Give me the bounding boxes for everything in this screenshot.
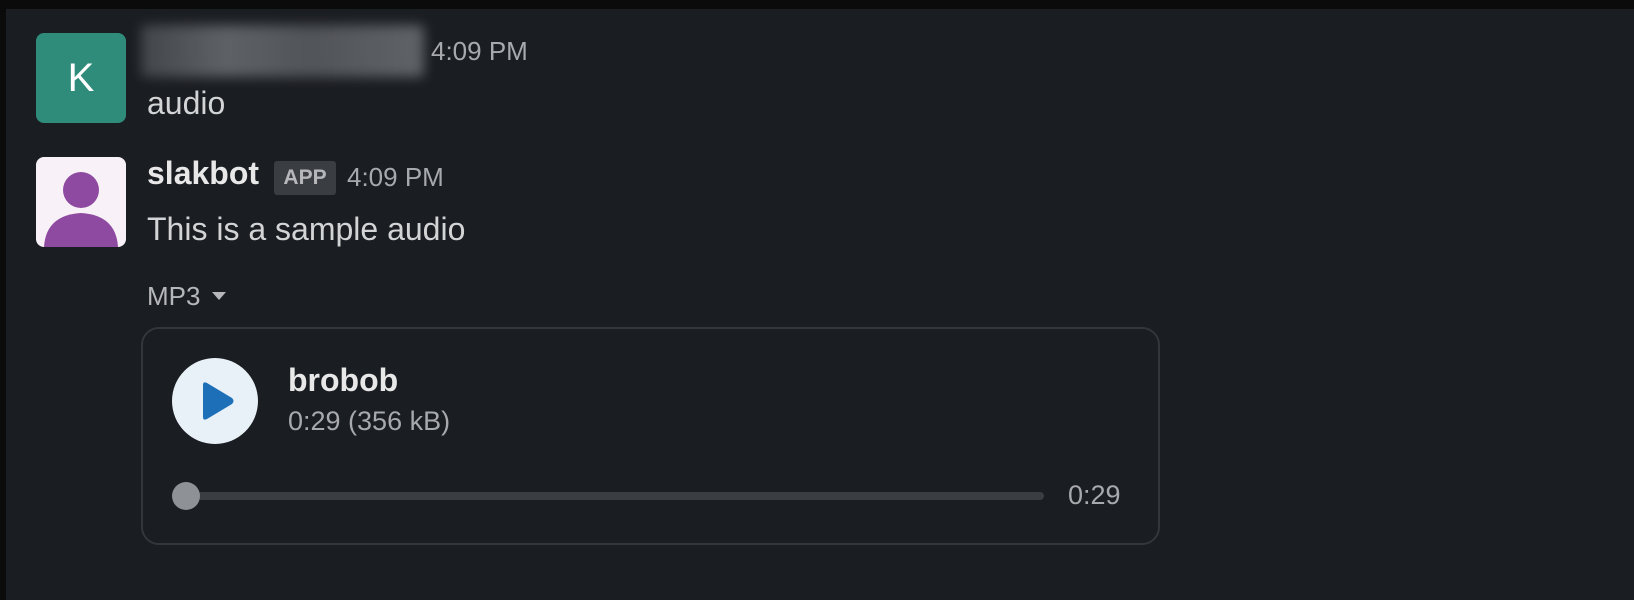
message-timestamp[interactable]: 4:09 PM: [431, 36, 528, 67]
message-text: audio: [147, 85, 226, 121]
audio-attachment: brobob 0:29 (356 kB) 0:29: [141, 327, 1160, 545]
progress-track: [186, 492, 1044, 500]
message-pane: K 4:09 PM audio slakbot APP 4:09 PM This…: [6, 9, 1634, 600]
file-format-label: MP3: [147, 280, 201, 311]
user-silhouette-icon: [44, 172, 118, 247]
redacted-sender-name[interactable]: [141, 25, 424, 77]
progress-knob[interactable]: [172, 482, 200, 510]
audio-duration: 0:29: [1068, 480, 1121, 510]
app-badge: APP: [274, 161, 336, 195]
play-button[interactable]: [172, 358, 258, 444]
play-icon: [203, 382, 234, 420]
audio-file-name[interactable]: brobob: [288, 362, 398, 399]
file-format-toggle[interactable]: MP3: [147, 279, 228, 313]
avatar[interactable]: [36, 157, 126, 247]
avatar[interactable]: K: [36, 33, 126, 123]
audio-file-meta: 0:29 (356 kB): [288, 406, 451, 436]
caret-down-icon: [212, 292, 227, 300]
audio-progress-slider[interactable]: [172, 482, 1044, 510]
message-text: This is a sample audio: [147, 211, 466, 247]
message-timestamp[interactable]: 4:09 PM: [347, 162, 444, 193]
sender-name[interactable]: slakbot: [147, 155, 259, 192]
